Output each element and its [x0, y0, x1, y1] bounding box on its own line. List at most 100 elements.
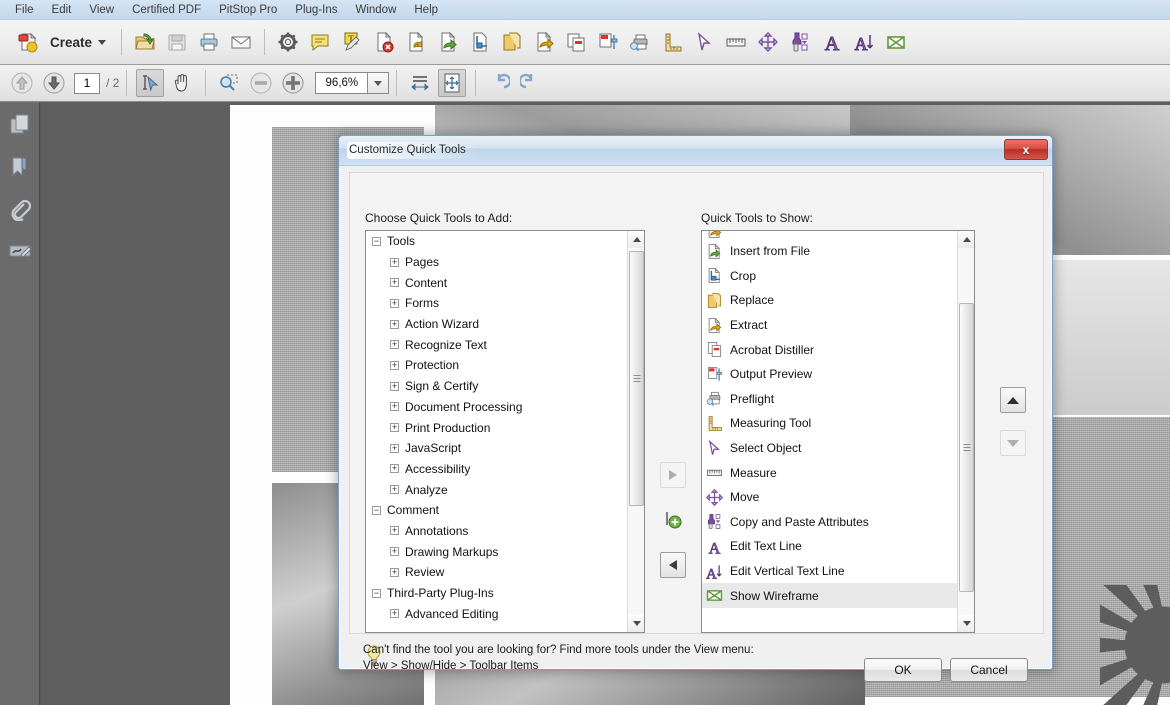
- delete-pages-icon[interactable]: [370, 28, 398, 56]
- list-item[interactable]: Extract: [702, 313, 957, 338]
- scrollbar-thumb[interactable]: [629, 251, 644, 506]
- expand-icon[interactable]: +: [390, 257, 399, 267]
- list-item[interactable]: Copy and Paste Attributes: [702, 510, 957, 535]
- show-wireframe-icon[interactable]: [882, 28, 910, 56]
- highlight-text-icon[interactable]: T: [338, 28, 366, 56]
- list-item[interactable]: A Edit Vertical Text Line: [702, 559, 957, 584]
- page-thumbnails-icon[interactable]: [7, 112, 33, 138]
- select-object-icon[interactable]: [690, 28, 718, 56]
- scroll-up-icon[interactable]: [628, 231, 644, 248]
- shown-tools-scrollbar[interactable]: [957, 231, 974, 632]
- list-item[interactable]: Acrobat Distiller: [702, 337, 957, 362]
- rotate-counterclockwise-icon[interactable]: [485, 69, 513, 97]
- ok-button[interactable]: OK: [864, 658, 942, 682]
- list-item[interactable]: Replace: [702, 288, 957, 313]
- rotate-clockwise-icon[interactable]: [517, 69, 545, 97]
- close-icon[interactable]: x: [1004, 139, 1048, 160]
- tree-item[interactable]: + Annotations: [366, 521, 627, 542]
- sticky-note-icon[interactable]: [306, 28, 334, 56]
- list-item[interactable]: Measuring Tool: [702, 411, 957, 436]
- hand-tool-icon[interactable]: [168, 69, 196, 97]
- edit-vertical-text-line-icon[interactable]: A: [850, 28, 878, 56]
- marquee-zoom-icon[interactable]: [215, 69, 243, 97]
- list-item[interactable]: Move: [702, 485, 957, 510]
- tree-item[interactable]: − Tools: [366, 231, 627, 252]
- fit-page-icon[interactable]: [438, 69, 467, 97]
- cancel-button[interactable]: Cancel: [950, 658, 1028, 682]
- save-icon[interactable]: [163, 28, 191, 56]
- menu-item-window[interactable]: Window: [346, 2, 405, 18]
- scroll-down-icon[interactable]: [628, 615, 644, 632]
- zoom-in-icon[interactable]: [279, 69, 307, 97]
- next-page-icon[interactable]: [40, 69, 68, 97]
- measuring-tool-icon[interactable]: [658, 28, 686, 56]
- tree-item[interactable]: + Review: [366, 562, 627, 583]
- menu-item-help[interactable]: Help: [405, 2, 447, 18]
- signatures-icon[interactable]: [7, 238, 33, 264]
- zoom-dropdown-icon[interactable]: [367, 72, 390, 94]
- scroll-up-icon[interactable]: [958, 231, 974, 248]
- expand-icon[interactable]: +: [390, 278, 399, 288]
- edit-text-line-icon[interactable]: A: [818, 28, 846, 56]
- create-button[interactable]: Create: [6, 28, 112, 56]
- list-item-partial[interactable]: [702, 231, 957, 239]
- rotate-pages-icon[interactable]: [402, 28, 430, 56]
- tree-item[interactable]: + Print Production: [366, 417, 627, 438]
- preferences-gear-icon[interactable]: [274, 28, 302, 56]
- menu-item-pitstop-pro[interactable]: PitStop Pro: [210, 2, 286, 18]
- menu-item-plug-ins[interactable]: Plug-Ins: [286, 2, 346, 18]
- collapse-icon[interactable]: −: [372, 588, 381, 598]
- tree-item[interactable]: + Action Wizard: [366, 314, 627, 335]
- add-separator-button[interactable]: [660, 507, 686, 533]
- fit-width-icon[interactable]: [406, 69, 434, 97]
- tree-item[interactable]: − Comment: [366, 500, 627, 521]
- expand-icon[interactable]: +: [390, 526, 399, 536]
- tree-item[interactable]: + Forms: [366, 293, 627, 314]
- attachments-icon[interactable]: [7, 196, 33, 222]
- add-to-list-button[interactable]: [660, 462, 686, 488]
- list-item[interactable]: Select Object: [702, 436, 957, 461]
- menu-item-edit[interactable]: Edit: [43, 2, 81, 18]
- output-preview-icon[interactable]: [594, 28, 622, 56]
- expand-icon[interactable]: +: [390, 402, 399, 412]
- expand-icon[interactable]: +: [390, 319, 399, 329]
- insert-from-file-icon[interactable]: [434, 28, 462, 56]
- scrollbar-thumb[interactable]: [959, 303, 974, 592]
- menu-item-file[interactable]: File: [6, 2, 43, 18]
- select-tool-icon[interactable]: [136, 69, 165, 97]
- expand-icon[interactable]: +: [390, 360, 399, 370]
- menu-item-certified-pdf[interactable]: Certified PDF: [123, 2, 210, 18]
- tree-item[interactable]: + Pages: [366, 252, 627, 273]
- list-item[interactable]: Insert from File: [702, 239, 957, 264]
- acrobat-distiller-icon[interactable]: [562, 28, 590, 56]
- list-item[interactable]: Preflight: [702, 387, 957, 412]
- expand-icon[interactable]: +: [390, 464, 399, 474]
- expand-icon[interactable]: +: [390, 381, 399, 391]
- print-icon[interactable]: [195, 28, 223, 56]
- list-item[interactable]: Crop: [702, 264, 957, 289]
- list-item[interactable]: A Edit Text Line: [702, 534, 957, 559]
- zoom-level-input[interactable]: 96,6%: [315, 72, 368, 94]
- menu-item-view[interactable]: View: [80, 2, 123, 18]
- move-icon[interactable]: [754, 28, 782, 56]
- expand-icon[interactable]: +: [390, 547, 399, 557]
- expand-icon[interactable]: +: [390, 567, 399, 577]
- list-item[interactable]: Show Wireframe: [702, 583, 957, 608]
- crop-icon[interactable]: [466, 28, 494, 56]
- page-number-input[interactable]: 1: [74, 72, 100, 94]
- expand-icon[interactable]: +: [390, 298, 399, 308]
- collapse-icon[interactable]: −: [372, 236, 381, 246]
- expand-icon[interactable]: +: [390, 423, 399, 433]
- tree-item[interactable]: + Analyze: [366, 479, 627, 500]
- shown-tools-list[interactable]: Insert from File Crop Replace Extract Acroba…: [701, 230, 975, 633]
- tree-item[interactable]: + Advanced Editing: [366, 603, 627, 624]
- tree-item[interactable]: + Drawing Markups: [366, 541, 627, 562]
- tree-item[interactable]: + Recognize Text: [366, 334, 627, 355]
- email-icon[interactable]: [227, 28, 255, 56]
- expand-icon[interactable]: +: [390, 340, 399, 350]
- list-item[interactable]: Output Preview: [702, 362, 957, 387]
- move-up-button[interactable]: [1000, 387, 1026, 413]
- zoom-out-icon[interactable]: [247, 69, 275, 97]
- tree-item[interactable]: + JavaScript: [366, 438, 627, 459]
- open-file-icon[interactable]: [131, 28, 159, 56]
